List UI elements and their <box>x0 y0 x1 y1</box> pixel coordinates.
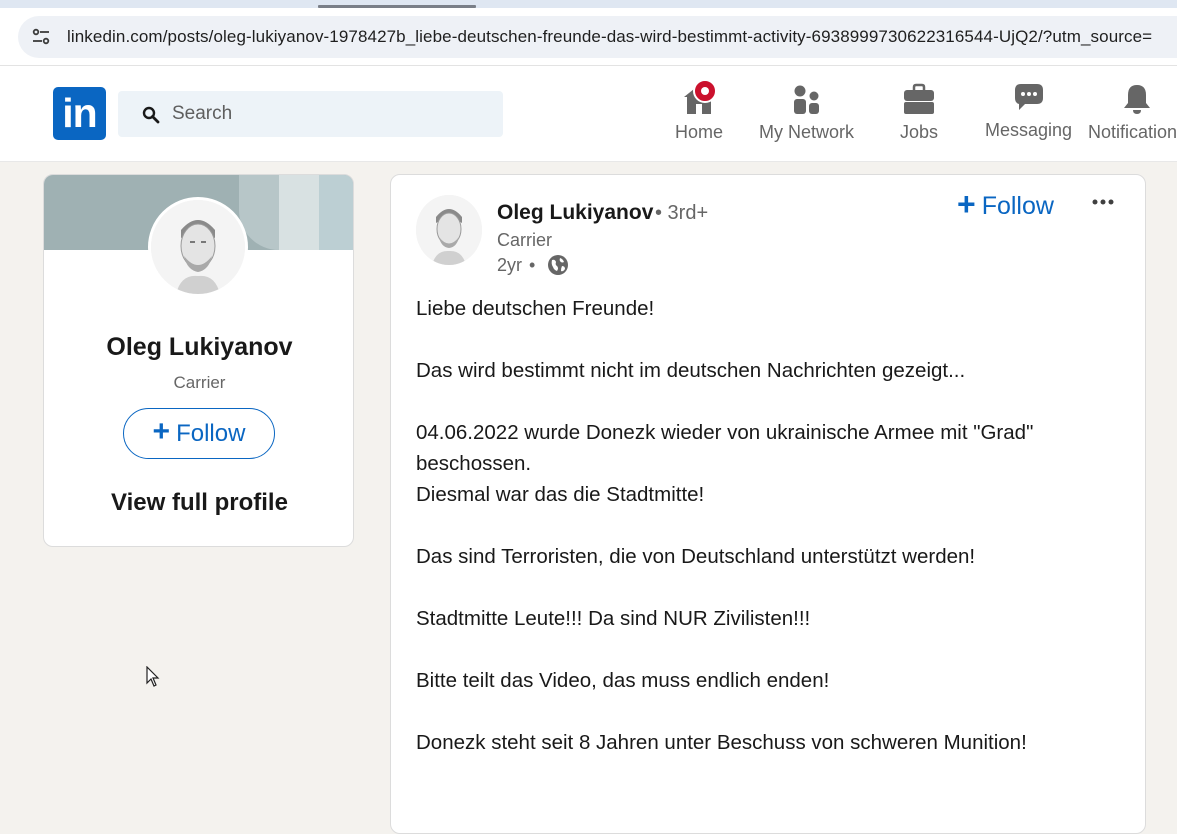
network-icon <box>793 85 819 114</box>
nav-home[interactable]: Home <box>674 79 724 143</box>
profile-role: Carrier <box>173 373 226 392</box>
mouse-cursor-icon <box>146 666 160 687</box>
post-line <box>416 386 1116 417</box>
nav-my-network[interactable]: My Network <box>759 82 854 143</box>
post-body: Liebe deutschen Freunde! Das wird bestim… <box>416 293 1116 758</box>
post-author-name[interactable]: Oleg Lukiyanov <box>497 201 653 225</box>
post-line: Das wird bestimmt nicht im deutschen Nac… <box>416 359 966 382</box>
search-bar[interactable] <box>118 91 503 137</box>
bell-icon <box>1124 85 1151 114</box>
nav-jobs[interactable]: Jobs <box>900 82 938 143</box>
post-line <box>416 696 1116 727</box>
post-line: Diesmal war das die Stadtmitte! <box>416 483 705 506</box>
search-input[interactable] <box>172 101 472 127</box>
nav-notifications[interactable]: Notifications <box>1088 82 1177 143</box>
globe-icon <box>548 255 568 275</box>
search-icon <box>142 106 160 124</box>
plus-icon: + <box>957 186 976 222</box>
post-line <box>416 572 1116 603</box>
connection-degree: • 3rd+ <box>655 202 709 224</box>
nav-home-label: Home <box>674 122 723 142</box>
profile-name[interactable]: Oleg Lukiyanov <box>44 333 353 362</box>
messaging-icon <box>1014 84 1043 110</box>
site-info-icon[interactable] <box>30 27 52 47</box>
post-author-avatar[interactable] <box>416 195 482 265</box>
post-line: Stadtmitte Leute!!! Da sind NUR Zivilist… <box>416 607 811 630</box>
browser-tab-strip <box>0 0 1177 8</box>
profile-card: Oleg Lukiyanov Carrier + Follow View ful… <box>43 174 354 547</box>
post-card: Oleg Lukiyanov • 3rd+ Carrier 2yr • + Fo… <box>390 174 1146 834</box>
url-field[interactable]: linkedin.com/posts/oleg-lukiyanov-197842… <box>18 16 1177 58</box>
post-follow-button[interactable]: + Follow <box>957 186 1054 223</box>
nav-messaging-label: Messaging <box>985 120 1073 140</box>
profile-follow-button[interactable]: + Follow <box>123 408 275 459</box>
more-options-icon[interactable] <box>1091 197 1115 207</box>
post-line <box>416 324 1116 355</box>
view-full-profile-link[interactable]: View full profile <box>44 489 353 517</box>
url-text[interactable]: linkedin.com/posts/oleg-lukiyanov-197842… <box>67 27 1152 47</box>
nav-messaging[interactable]: Messaging <box>985 80 1072 141</box>
browser-address-bar: linkedin.com/posts/oleg-lukiyanov-197842… <box>0 8 1177 66</box>
nav-my-network-label: My Network <box>759 122 855 142</box>
post-timestamp: 2yr <box>497 255 523 275</box>
post-line: 04.06.2022 wurde Donezk wieder von ukrai… <box>416 421 1034 475</box>
post-author-role: Carrier <box>497 230 553 250</box>
profile-follow-label: Follow <box>176 419 246 447</box>
post-line: Bitte teilt das Video, das muss endlich … <box>416 669 830 692</box>
avatar-sketch-icon <box>151 200 245 294</box>
briefcase-icon <box>904 83 935 114</box>
timestamp-separator: • <box>529 255 536 275</box>
plus-icon: + <box>152 415 171 448</box>
cover-shape <box>279 175 319 250</box>
post-line: Liebe deutschen Freunde! <box>416 297 655 320</box>
post-line <box>416 510 1116 541</box>
linkedin-header: in Home My Network Jobs <box>0 66 1177 162</box>
post-line <box>416 634 1116 665</box>
linkedin-logo[interactable]: in <box>53 87 106 140</box>
profile-avatar[interactable] <box>148 197 248 297</box>
post-line: Das sind Terroristen, die von Deutschlan… <box>416 545 976 568</box>
avatar-sketch-icon <box>416 195 482 265</box>
nav-notifications-label: Notifications <box>1088 122 1177 142</box>
notification-badge <box>693 79 717 103</box>
cover-shape <box>319 175 353 250</box>
post-line: Donezk steht seit 8 Jahren unter Beschus… <box>416 731 1027 754</box>
post-follow-label: Follow <box>981 191 1054 220</box>
nav-jobs-label: Jobs <box>900 122 939 142</box>
